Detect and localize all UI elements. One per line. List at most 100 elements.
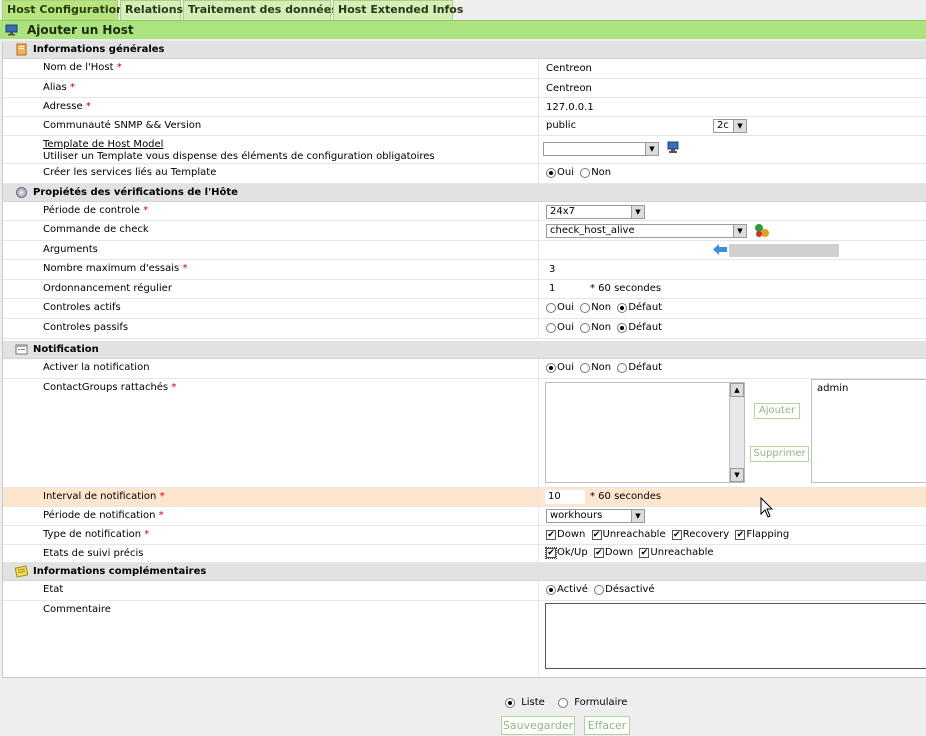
row-notif-enabled: Activer la notification Oui Non Défaut <box>3 359 926 379</box>
chevron-down-icon: ▼ <box>733 120 746 132</box>
notif-enabled-no-radio[interactable] <box>580 362 591 373</box>
page: Host Configuration Relations Traitement … <box>0 0 926 736</box>
chevron-down-icon: ▼ <box>733 225 746 237</box>
contactgroups-available-list[interactable]: ▲ ▼ <box>545 382 745 483</box>
clear-button[interactable]: Effacer <box>584 716 630 735</box>
state-off-label: Désactivé <box>605 584 655 595</box>
alias-input[interactable]: Centreon <box>543 82 706 96</box>
row-template: Template de Host Model Utiliser un Templ… <box>3 136 926 164</box>
check-interval-input[interactable]: 1 <box>546 282 586 296</box>
passive-checks-yes-radio[interactable] <box>546 322 556 333</box>
snmp-label: Communauté SNMP && Version <box>43 120 202 131</box>
notif-type-recovery-checkbox[interactable]: ✔ <box>671 529 682 540</box>
contactgroups-remove-button[interactable]: Supprimer <box>750 446 809 462</box>
tab-traitement-donnees[interactable]: Traitement des données <box>183 0 338 20</box>
create-services-no-label: Non <box>591 167 612 178</box>
row-check-interval: Ordonnancement régulier 1 * 60 secondes <box>3 280 926 299</box>
active-checks-default-radio[interactable] <box>617 302 628 313</box>
contactgroups-selected-item[interactable]: admin <box>817 383 921 394</box>
command-helper-icon[interactable] <box>754 223 770 238</box>
row-alias: Alias * Centreon <box>3 79 926 98</box>
mode-form-radio[interactable] <box>558 697 569 708</box>
notif-enabled-yes-radio[interactable] <box>546 362 556 373</box>
row-max-attempts: Nombre maximum d'essais * 3 <box>3 260 926 280</box>
notif-type-flapping-label: Flapping <box>746 529 790 540</box>
notif-type-down-label: Down <box>557 529 586 540</box>
passive-checks-no-radio[interactable] <box>580 322 591 333</box>
template-help: Utiliser un Template vous dispense des é… <box>43 151 435 162</box>
stalking-down-checkbox[interactable]: ✔ <box>593 547 604 558</box>
row-notif-interval: Interval de notification * 10 * 60 secon… <box>3 488 926 507</box>
stalking-unreachable-label: Unreachable <box>650 547 714 558</box>
notif-period-select[interactable]: workhours ▼ <box>546 509 645 523</box>
stalking-unreachable-checkbox[interactable]: ✔ <box>639 547 650 558</box>
row-snmp: Communauté SNMP && Version public 2c ▼ <box>3 117 926 136</box>
host-icon <box>5 24 18 36</box>
state-on-label: Activé <box>557 584 588 595</box>
check-period-label: Période de controle * <box>43 205 149 216</box>
check-period-select[interactable]: 24x7 ▼ <box>546 205 645 219</box>
passive-checks-yes-label: Oui <box>557 322 574 333</box>
snmp-version-select[interactable]: 2c ▼ <box>713 119 747 133</box>
active-checks-no-radio[interactable] <box>580 302 591 313</box>
arguments-input[interactable] <box>546 244 706 258</box>
row-create-services: Créer les services liés au Template Oui … <box>3 164 926 184</box>
row-contactgroups: ContactGroups rattachés * ▲ ▼ Ajouter Su… <box>3 379 926 488</box>
contactgroups-available-scrollbar[interactable]: ▲ ▼ <box>729 383 744 482</box>
stalking-ok-checkbox[interactable]: ✔ <box>545 546 557 559</box>
passive-checks-no-label: Non <box>591 322 612 333</box>
notif-type-down-checkbox[interactable]: ✔ <box>546 529 556 540</box>
action-mode-options: Liste Formulaire <box>505 697 630 709</box>
row-comment: Commentaire <box>3 601 926 677</box>
check-command-select[interactable]: check_host_alive ▼ <box>546 224 747 238</box>
row-notif-type: Type de notification * ✔ Down ✔ Unreachabl… <box>3 526 926 545</box>
chevron-down-icon: ▼ <box>631 510 644 522</box>
create-services-label: Créer les services liés au Template <box>43 167 217 178</box>
tab-host-configuration[interactable]: Host Configuration <box>2 0 124 20</box>
contactgroups-add-button[interactable]: Ajouter <box>754 403 800 419</box>
save-button[interactable]: Sauvegarder <box>501 716 575 735</box>
contactgroups-label: ContactGroups rattachés * <box>43 382 177 393</box>
stalking-down-label: Down <box>604 547 634 558</box>
scroll-down-icon[interactable]: ▼ <box>730 468 744 482</box>
max-attempts-input[interactable]: 3 <box>546 263 586 277</box>
create-services-yes-label: Oui <box>557 167 574 178</box>
notes-icon <box>15 565 28 578</box>
create-services-no-radio[interactable] <box>580 167 591 178</box>
notif-type-flapping-checkbox[interactable]: ✔ <box>735 529 746 540</box>
active-checks-yes-radio[interactable] <box>546 302 556 313</box>
create-services-yes-radio[interactable] <box>546 167 556 178</box>
scroll-up-icon[interactable]: ▲ <box>730 383 744 397</box>
snmp-community-input[interactable]: public <box>543 119 706 133</box>
tab-relations[interactable]: Relations <box>120 0 183 20</box>
address-input[interactable]: 127.0.0.1 <box>543 101 706 115</box>
state-on-radio[interactable] <box>546 584 556 595</box>
notif-enabled-options: Oui Non Défaut <box>546 362 665 374</box>
notif-type-unreachable-label: Unreachable <box>602 529 666 540</box>
template-select[interactable]: ▼ <box>543 142 659 156</box>
notif-type-recovery-label: Recovery <box>682 529 730 540</box>
notif-interval-unit: * 60 secondes <box>590 491 662 502</box>
address-label: Adresse * <box>43 101 91 112</box>
passive-checks-default-radio[interactable] <box>617 322 628 333</box>
section-extra: Informations complémentaires <box>3 563 926 581</box>
check-command-label: Commande de check <box>43 224 149 235</box>
comment-textarea[interactable] <box>545 603 926 669</box>
section-checks-title: Propiétés des vérifications de l'Hôte <box>33 187 238 198</box>
mode-list-radio[interactable] <box>505 697 515 708</box>
arrow-left-icon[interactable] <box>713 244 727 255</box>
notif-enabled-default-radio[interactable] <box>617 362 628 373</box>
notif-type-unreachable-checkbox[interactable]: ✔ <box>591 529 602 540</box>
contactgroups-selected-list[interactable]: admin <box>811 379 926 483</box>
state-off-radio[interactable] <box>594 584 605 595</box>
notif-interval-input[interactable]: 10 <box>545 490 585 504</box>
row-passive-checks: Controles passifs Oui Non Défaut <box>3 319 926 339</box>
host-name-input[interactable]: Centreon <box>543 62 706 76</box>
host-template-icon[interactable] <box>667 141 679 155</box>
tab-host-extended-infos[interactable]: Host Extended Infos <box>333 0 463 20</box>
stalking-label: Etats de suivi précis <box>43 548 144 559</box>
comment-label: Commentaire <box>43 604 111 615</box>
page-header: Ajouter un Host <box>0 20 926 39</box>
notif-period-label: Période de notification * <box>43 510 164 521</box>
template-link[interactable]: Template de Host Model <box>43 139 163 150</box>
